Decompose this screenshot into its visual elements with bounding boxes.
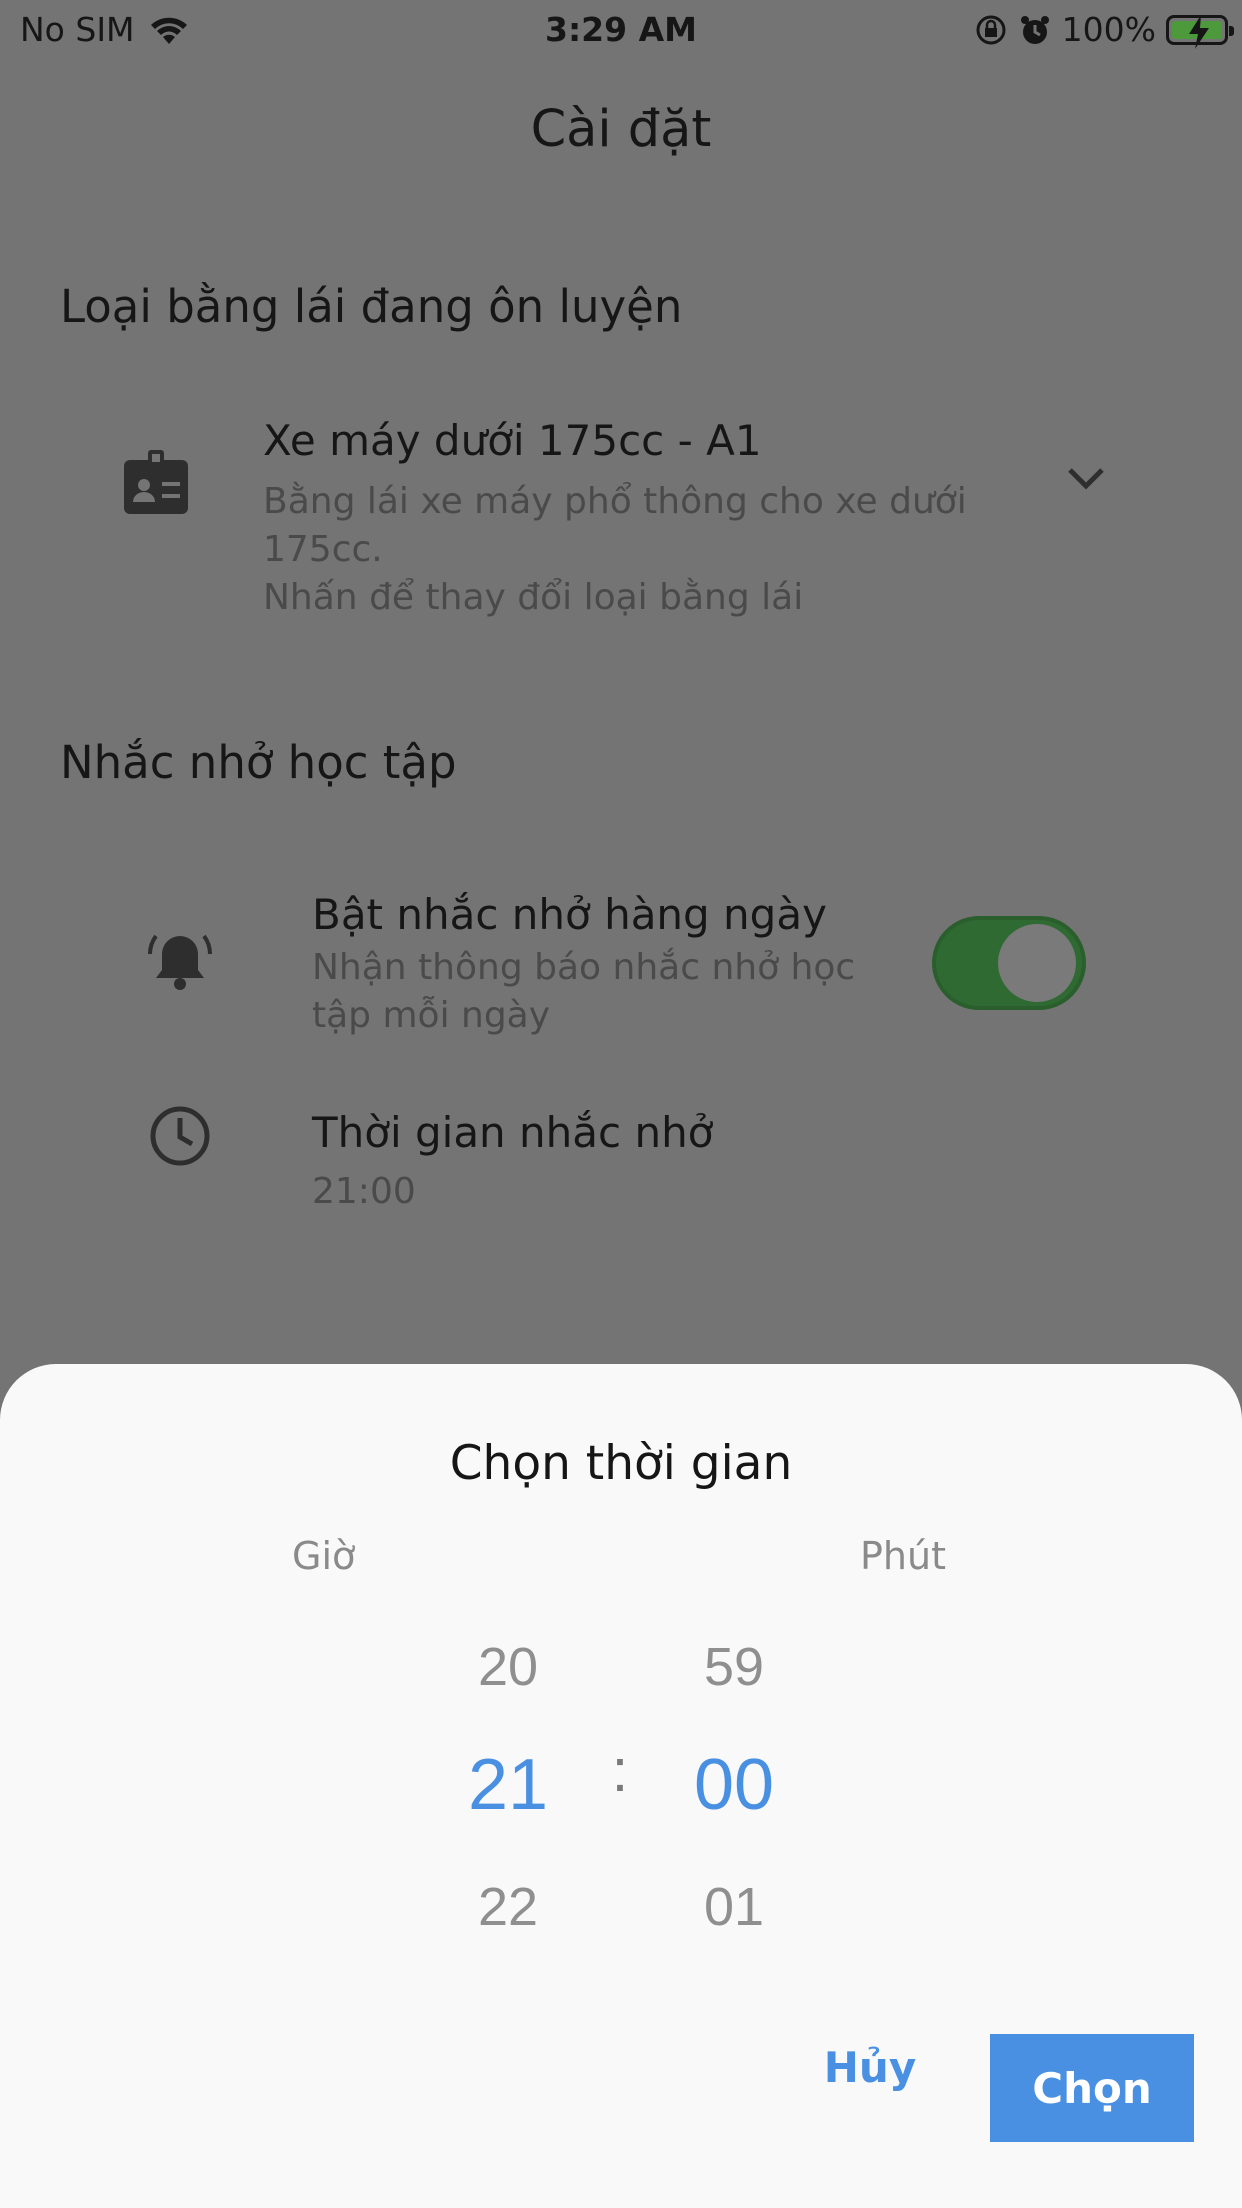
alarm-icon [1020, 15, 1049, 44]
time-picker-title: Chọn thời gian [449, 1436, 793, 1491]
status-right: 100% [974, 10, 1234, 49]
daily-reminder-toggle[interactable] [932, 916, 1086, 1010]
minute-selected[interactable]: 00 [654, 1744, 814, 1826]
hour-selected[interactable]: 21 [428, 1744, 588, 1826]
battery-icon [1166, 14, 1234, 49]
status-bar: No SIM 3:29 AM 100% [0, 0, 1242, 62]
minute-prev[interactable]: 59 [654, 1636, 814, 1698]
reminder-time-row[interactable]: Thời gian nhắc nhở 21:00 [0, 1100, 1242, 1230]
confirm-button[interactable]: Chọn [990, 2034, 1194, 2142]
license-description-line2: 175cc. [263, 529, 383, 570]
minute-column-label: Phút [860, 1534, 946, 1578]
hour-next[interactable]: 22 [428, 1876, 588, 1938]
hour-column-label: Giờ [292, 1534, 356, 1578]
reminder-time-value: 21:00 [312, 1171, 416, 1212]
license-description-line1: Bằng lái xe máy phổ thông cho xe dưới [263, 481, 967, 522]
chevron-down-icon[interactable] [1066, 466, 1106, 492]
battery-percent: 100% [1061, 10, 1156, 49]
license-title: Xe máy dưới 175cc - A1 [263, 416, 762, 465]
hour-prev[interactable]: 20 [428, 1636, 588, 1698]
cancel-button[interactable]: Hủy [800, 2014, 940, 2120]
license-hint: Nhấn để thay đổi loại bằng lái [263, 577, 804, 618]
time-picker-sheet: Chọn thời gian Giờ Phút 20 21 22 : 59 00… [0, 1364, 1242, 2208]
license-section-title: Loại bằng lái đang ôn luyện [60, 280, 683, 333]
minute-next[interactable]: 01 [654, 1876, 814, 1938]
daily-reminder-title: Bật nhắc nhở hàng ngày [312, 890, 827, 939]
reminder-section-title: Nhắc nhở học tập [60, 736, 457, 789]
reminder-time-title: Thời gian nhắc nhở [312, 1108, 714, 1157]
daily-reminder-description-line1: Nhận thông báo nhắc nhở học [312, 947, 856, 988]
id-badge-icon [124, 450, 188, 514]
clock-icon [150, 1106, 210, 1166]
page-title: Cài đặt [530, 100, 712, 159]
toggle-knob [998, 924, 1076, 1002]
bell-icon [148, 934, 212, 990]
time-separator: : [611, 1737, 629, 1804]
license-selector[interactable]: Xe máy dưới 175cc - A1 Bằng lái xe máy p… [0, 400, 1242, 640]
daily-reminder-description-line2: tập mỗi ngày [312, 995, 551, 1036]
rotation-lock-icon [976, 15, 1006, 44]
